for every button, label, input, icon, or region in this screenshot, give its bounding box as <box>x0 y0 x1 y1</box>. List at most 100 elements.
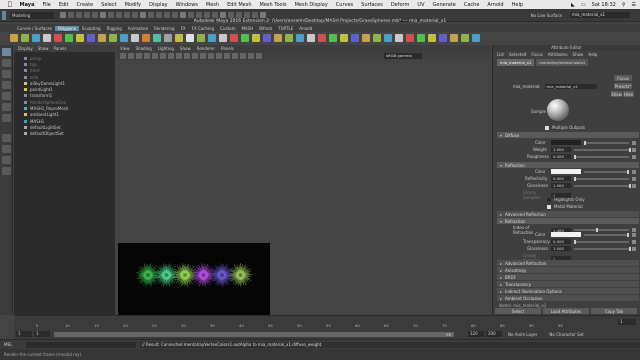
status-tool-icon[interactable] <box>164 12 170 18</box>
refr-color-swatch[interactable] <box>551 232 581 237</box>
map-button-icon[interactable] <box>632 169 636 174</box>
section-reflection[interactable]: ▾ Reflection <box>497 162 639 168</box>
shelf-tool-icon[interactable] <box>395 34 403 42</box>
shelf-tool-icon[interactable] <box>197 34 205 42</box>
apple-icon[interactable]:  <box>8 1 12 8</box>
node-name-input[interactable]: mia_material_x1 <box>544 84 597 89</box>
ae-menu-focus[interactable]: Focus <box>531 52 542 57</box>
roughness-input[interactable]: 0.000 <box>551 154 571 159</box>
shelf-tool-icon[interactable] <box>329 34 337 42</box>
menu-display[interactable]: Display <box>149 2 167 8</box>
status-tool-icon[interactable] <box>68 12 74 18</box>
shelf-tool-icon[interactable] <box>362 34 370 42</box>
menu-list-icon[interactable]: ☰ <box>632 2 636 8</box>
diffuse-color-swatch[interactable] <box>551 140 581 145</box>
refl-color-slider[interactable] <box>584 169 629 174</box>
transparency-slider[interactable] <box>574 239 629 244</box>
status-tool-icon[interactable] <box>108 12 114 18</box>
shelf-tab-polygons[interactable]: Polygons <box>55 25 79 31</box>
shelf-tool-icon[interactable] <box>98 34 106 42</box>
ae-select-button[interactable]: Select <box>495 308 541 314</box>
shelf-tab-custom[interactable]: Custom <box>217 26 238 31</box>
refr-glossiness-input[interactable]: 1.000 <box>551 246 571 251</box>
ae-menu-show[interactable]: Show <box>573 52 584 57</box>
viewport-tool-icon[interactable] <box>128 53 134 59</box>
range-inner-start-field[interactable]: 1 <box>34 331 50 337</box>
menu-curves[interactable]: Curves <box>336 2 353 8</box>
glossiness-slider[interactable] <box>574 183 631 188</box>
viewport-menu-renderer[interactable]: Renderer <box>197 46 215 51</box>
viewport-tool-icon[interactable] <box>160 53 166 59</box>
ae-menu-attributes[interactable]: Attributes <box>548 52 568 57</box>
status-tool-icon[interactable] <box>116 12 122 18</box>
shelf-tool-icon[interactable] <box>384 34 392 42</box>
section-advanced-refraction[interactable]: ▸ Advanced Refraction <box>497 260 639 266</box>
range-bar[interactable]: 96 <box>54 331 454 337</box>
shelf-tool-icon[interactable] <box>21 34 29 42</box>
rotate-tool-icon[interactable] <box>2 92 11 100</box>
viewport-tool-icon[interactable] <box>232 53 238 59</box>
shelf-tool-icon[interactable] <box>472 34 480 42</box>
shelf-tool-icon[interactable] <box>274 34 282 42</box>
section-advanced-reflection[interactable]: ▸ Advanced Reflection <box>497 211 639 217</box>
status-tool-icon[interactable] <box>196 12 202 18</box>
status-tool-icon[interactable] <box>84 12 90 18</box>
no-live-surface[interactable]: No Live Surface <box>531 13 562 18</box>
range-end-field[interactable]: 120 <box>468 331 484 337</box>
weight-slider[interactable] <box>574 147 631 152</box>
shelf-tool-icon[interactable] <box>406 34 414 42</box>
menu-create[interactable]: Create <box>77 2 94 8</box>
show-button[interactable]: Show <box>611 91 622 97</box>
menu-mesh-tools[interactable]: Mesh Tools <box>260 2 287 8</box>
ae-menu-help[interactable]: Help <box>588 52 597 57</box>
ae-load-attributes-button[interactable]: Load Attributes <box>543 308 589 314</box>
status-tool-icon[interactable] <box>204 12 210 18</box>
layout-two-icon[interactable] <box>2 156 11 164</box>
status-tool-icon[interactable] <box>140 12 146 18</box>
menu-uv[interactable]: UV <box>417 2 424 8</box>
material-swatch[interactable] <box>547 99 569 121</box>
viewport-tool-icon[interactable] <box>208 53 214 59</box>
search-icon[interactable]: ⚲ <box>622 2 626 8</box>
outliner-layout-icon[interactable] <box>2 167 11 175</box>
status-tool-icon[interactable] <box>60 12 66 18</box>
range-end-2-field[interactable]: 200 <box>486 331 502 337</box>
menu-edit-mesh[interactable]: Edit Mesh <box>227 2 251 8</box>
status-tool-icon[interactable] <box>156 12 162 18</box>
shelf-tool-icon[interactable] <box>351 34 359 42</box>
focus-button[interactable]: Focus <box>614 75 632 81</box>
shelf-tool-icon[interactable] <box>120 34 128 42</box>
shelf-tool-icon[interactable] <box>285 34 293 42</box>
shelf-tool-icon[interactable] <box>318 34 326 42</box>
ae-tab-mia-material[interactable]: mia_material_x1 <box>497 58 535 66</box>
shelf-tab-fx[interactable]: FX <box>178 26 189 31</box>
status-tool-icon[interactable] <box>252 12 258 18</box>
character-set-dropdown[interactable]: No Character Set <box>549 332 583 337</box>
last-tool-icon[interactable] <box>2 114 11 122</box>
status-tool-icon[interactable] <box>220 12 226 18</box>
shelf-tab-curves[interactable]: Curves / Surfaces <box>14 26 55 31</box>
status-tool-icon[interactable] <box>100 12 106 18</box>
shelf-tab-rigging[interactable]: Rigging <box>104 26 125 31</box>
app-menu[interactable]: Maya <box>20 2 35 8</box>
menu-mesh[interactable]: Mesh <box>206 2 219 8</box>
shelf-tool-icon[interactable] <box>54 34 62 42</box>
map-button-icon[interactable] <box>632 176 636 181</box>
viewport-tool-icon[interactable] <box>152 53 158 59</box>
shelf-tool-icon[interactable] <box>186 34 194 42</box>
shelf-tool-icon[interactable] <box>142 34 150 42</box>
viewport-tool-icon[interactable] <box>136 53 142 59</box>
menu-arnold[interactable]: Arnold <box>487 2 503 8</box>
viewport-tool-icon[interactable] <box>216 53 222 59</box>
shelf-tool-icon[interactable] <box>461 34 469 42</box>
shelf-tool-icon[interactable] <box>263 34 271 42</box>
shelf-tool-icon[interactable] <box>230 34 238 42</box>
battery-icon[interactable]: ▭ <box>581 2 586 8</box>
viewport-menu-lighting[interactable]: Lighting <box>158 46 174 51</box>
ae-tab-vertex-colors[interactable]: mentalrayVertexColors1 <box>536 58 589 66</box>
menu-windows[interactable]: Windows <box>176 2 198 8</box>
refr-glossiness-slider[interactable] <box>574 246 631 251</box>
outliner-menu-show[interactable]: Show <box>38 46 49 51</box>
status-tool-icon[interactable] <box>76 12 82 18</box>
hide-button[interactable]: Hide <box>623 91 634 97</box>
